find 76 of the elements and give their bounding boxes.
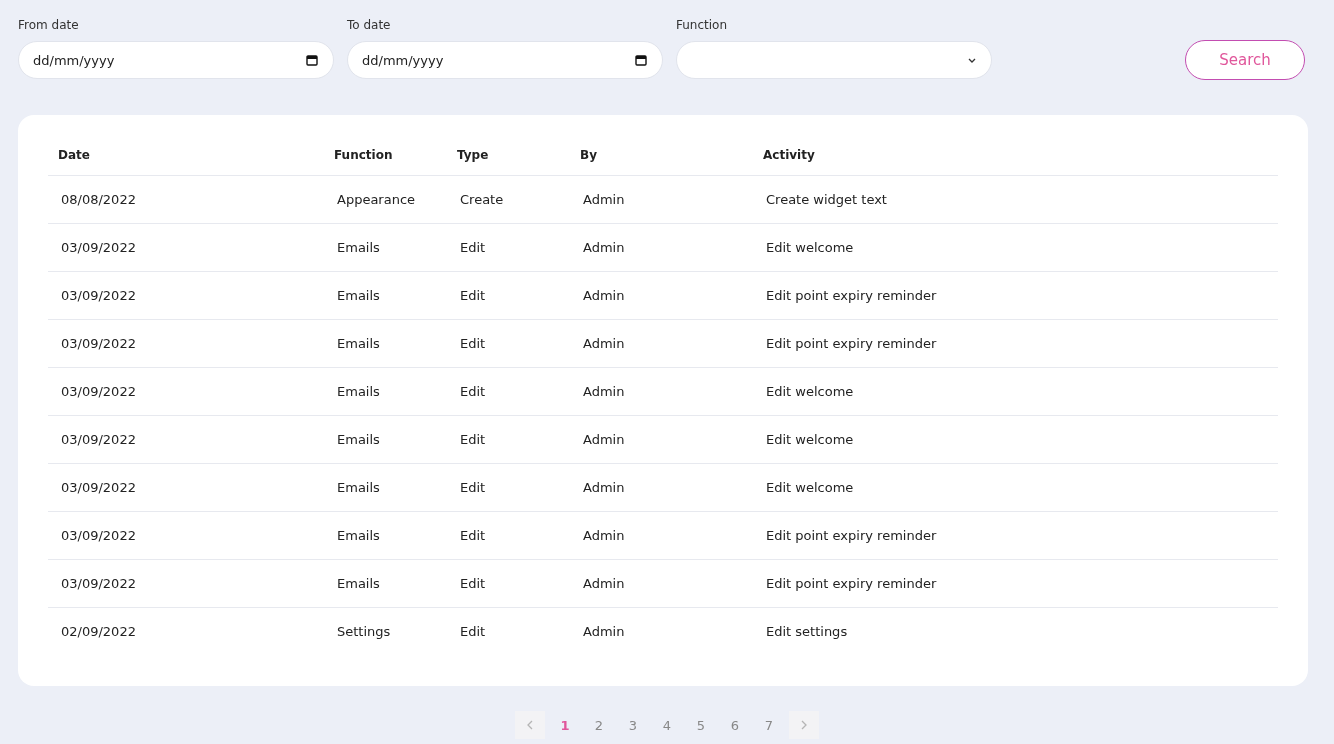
table-cell: Edit point expiry reminder [753,271,1278,320]
column-header: By [570,135,753,176]
date-field[interactable]: dd/mm/yyyy [18,41,334,79]
page-button[interactable]: 4 [650,711,684,739]
table-cell: Emails [324,463,447,512]
table-cell: Edit settings [753,607,1278,655]
field-label: To date [347,18,391,32]
table-cell: Edit [447,367,570,416]
table-cell: Emails [324,511,447,560]
table-cell: Admin [570,367,753,416]
table-cell: Emails [324,415,447,464]
table-cell: 03/09/2022 [48,367,324,416]
column-header: Activity [753,135,1278,176]
table-cell: 02/09/2022 [48,607,324,655]
previous-page-button[interactable] [515,711,545,739]
table-cell: Edit welcome [753,223,1278,272]
chevron-right-icon [801,720,807,730]
chevron-down-icon [968,57,976,63]
table-cell: Emails [324,271,447,320]
table-cell: 03/09/2022 [48,319,324,368]
table-cell: Edit welcome [753,415,1278,464]
table-cell: Admin [570,223,753,272]
table-cell: Edit welcome [753,463,1278,512]
date-field[interactable]: dd/mm/yyyy [347,41,663,79]
table-cell: Appearance [324,175,447,224]
table-cell: Admin [570,175,753,224]
table-cell: Create widget text [753,175,1278,224]
table-cell: Settings [324,607,447,655]
column-header: Type [447,135,570,176]
calendar-icon [306,54,318,66]
table-cell: Edit [447,511,570,560]
table-cell: 03/09/2022 [48,463,324,512]
table-cell: Edit welcome [753,367,1278,416]
select-field[interactable] [676,41,992,79]
table-cell: Emails [324,319,447,368]
table-cell: Edit [447,319,570,368]
table-cell: Admin [570,463,753,512]
table-cell: 08/08/2022 [48,175,324,224]
page-button[interactable]: 1 [548,711,582,739]
next-page-button[interactable] [789,711,819,739]
table-cell: Admin [570,415,753,464]
field-label: From date [18,18,79,32]
table-cell: Admin [570,271,753,320]
field-label: Function [676,18,728,32]
table-cell: Create [447,175,570,224]
table-cell: Edit [447,271,570,320]
table-cell: Edit [447,463,570,512]
page-button[interactable]: 3 [616,711,650,739]
page-button[interactable]: 2 [582,711,616,739]
page-button[interactable]: 7 [752,711,786,739]
table-cell: Emails [324,559,447,608]
search-button[interactable]: Search [1185,40,1305,80]
table-cell: 03/09/2022 [48,559,324,608]
table-cell: 03/09/2022 [48,271,324,320]
table-cell: Edit [447,415,570,464]
table-cell: Edit point expiry reminder [753,511,1278,560]
table-cell: 03/09/2022 [48,415,324,464]
table-cell: Edit point expiry reminder [753,319,1278,368]
page-button[interactable]: 6 [718,711,752,739]
calendar-icon [635,54,647,66]
column-header: Function [324,135,447,176]
table-cell: Admin [570,607,753,655]
table-cell: Edit point expiry reminder [753,559,1278,608]
table-cell: Emails [324,367,447,416]
table-cell: 03/09/2022 [48,223,324,272]
table-cell: Admin [570,319,753,368]
table-cell: Edit [447,559,570,608]
column-header: Date [48,135,324,176]
chevron-left-icon [527,720,533,730]
table-cell: Admin [570,511,753,560]
table-cell: Edit [447,223,570,272]
table-cell: Emails [324,223,447,272]
table-cell: 03/09/2022 [48,511,324,560]
table-cell: Edit [447,607,570,655]
table-cell: Admin [570,559,753,608]
page-button[interactable]: 5 [684,711,718,739]
